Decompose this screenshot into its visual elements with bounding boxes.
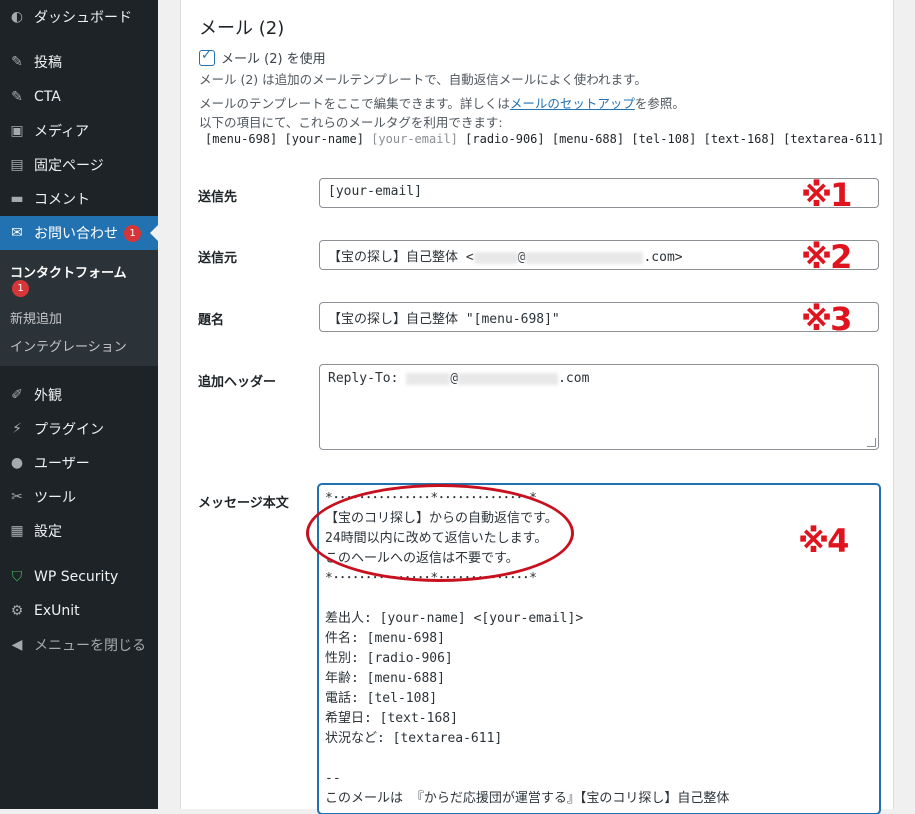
- admin-sidebar: コンタクトフォーム 1 新規追加 インテグレーション ◐ ダッシュボード ✎ 投稿 ✎ C…: [0, 0, 158, 809]
- annotation-1: ※1: [801, 176, 852, 214]
- appearance-icon: ✐: [11, 387, 23, 403]
- use-mail2-label: メール (2) を使用: [221, 52, 326, 67]
- media-icon: ▣: [10, 123, 24, 139]
- submenu-item-contact-form[interactable]: コンタクトフォーム: [10, 262, 127, 281]
- shield-icon: ⛉: [11, 569, 23, 585]
- notification-badge: 1: [12, 280, 29, 297]
- sidebar-item-13[interactable]: ⚙ ExUnit: [0, 594, 158, 628]
- annotation-2: ※2: [801, 238, 852, 276]
- mail-tag: [text-168]: [703, 132, 776, 146]
- mail-tag: [menu-698]: [205, 132, 278, 146]
- sidebar-item-2[interactable]: ✎ CTA: [0, 80, 158, 114]
- submenu-item-add-new[interactable]: 新規追加: [10, 308, 62, 327]
- sidebar-item-8[interactable]: ⚡ プラグイン: [0, 412, 158, 446]
- subject-label: 題名: [198, 313, 225, 328]
- sidebar-item-label: 設定: [34, 524, 62, 540]
- message-body-textarea[interactable]: *･･･････････････*･･････････････* 【宝のコリ探し…: [318, 484, 880, 814]
- redacted-text: [458, 372, 559, 385]
- pushpin-icon: ✎: [11, 54, 23, 70]
- sidebar-item-1[interactable]: ✎ 投稿: [0, 45, 158, 79]
- user-icon: ●: [10, 455, 24, 471]
- from-label: 送信元: [198, 251, 238, 266]
- redacted-text: [406, 372, 451, 385]
- mail-tag: [your-email]: [371, 132, 458, 146]
- mail-tag: [textarea-611]: [783, 132, 885, 146]
- submenu-badge-wrap: 1: [10, 280, 29, 297]
- to-input[interactable]: [your-email]: [319, 178, 879, 208]
- mail-setup-link[interactable]: メールのセットアップ: [510, 96, 635, 111]
- collapse-icon: ◀: [11, 637, 23, 653]
- pushpin-icon: ✎: [11, 89, 23, 105]
- sidebar-item-label: メディア: [34, 124, 90, 140]
- mail2-description: メール (2) は追加のメールテンプレートで、自動返信メールによく使われます。: [199, 72, 647, 87]
- gear-icon: ⚙: [10, 603, 24, 619]
- sidebar-item-7[interactable]: ✐ 外観: [0, 378, 158, 412]
- headers-textarea[interactable]: Reply-To: @ .com: [319, 364, 879, 450]
- sidebar-item-label: 固定ページ: [34, 158, 104, 174]
- headers-label: 追加ヘッダー: [198, 375, 277, 390]
- page-icon: ▤: [10, 157, 24, 173]
- submenu-item-integration[interactable]: インテグレーション: [10, 336, 127, 355]
- dashboard-icon: ◐: [10, 9, 24, 25]
- sidebar-item-label: お問い合わせ: [34, 226, 118, 242]
- contact-submenu: コンタクトフォーム 1 新規追加 インテグレーション: [0, 250, 158, 366]
- from-input[interactable]: 【宝の探し】自己整体 < @ .com>: [319, 240, 879, 270]
- sidebar-item-10[interactable]: ✂ ツール: [0, 480, 158, 514]
- subject-input[interactable]: 【宝の探し】自己整体 "[menu-698]": [319, 302, 879, 332]
- sidebar-item-label: ExUnit: [34, 603, 80, 619]
- sidebar-item-14[interactable]: ◀ メニューを閉じる: [0, 628, 158, 662]
- sidebar-item-label: CTA: [34, 89, 61, 105]
- body-label: メッセージ本文: [198, 496, 289, 511]
- sidebar-item-label: コメント: [34, 192, 90, 208]
- resize-handle[interactable]: [867, 438, 876, 447]
- use-mail2-row[interactable]: メール (2) を使用: [199, 48, 326, 67]
- settings-icon: ▦: [10, 523, 24, 539]
- sidebar-item-5[interactable]: ▬ コメント: [0, 182, 158, 216]
- sidebar-item-label: 外観: [34, 388, 62, 404]
- comment-icon: ▬: [10, 191, 24, 207]
- use-mail2-checkbox[interactable]: [199, 48, 215, 66]
- mail-icon: ✉: [11, 225, 23, 241]
- plugin-icon: ⚡: [12, 421, 22, 437]
- sidebar-item-label: ツール: [34, 490, 76, 506]
- mail2-panel: メール (2) メール (2) を使用 メール (2) は追加のメールテンプレー…: [180, 0, 894, 814]
- mail-tag: [tel-108]: [631, 132, 697, 146]
- sidebar-item-9[interactable]: ● ユーザー: [0, 446, 158, 480]
- sidebar-item-12[interactable]: ⛉ WP Security: [0, 560, 158, 594]
- redacted-text: [525, 251, 644, 264]
- section-title: メール (2): [199, 18, 285, 39]
- sidebar-item-label: ユーザー: [34, 456, 90, 472]
- sidebar-item-3[interactable]: ▣ メディア: [0, 114, 158, 148]
- notification-badge: 1: [124, 224, 141, 242]
- mail-tag: [menu-688]: [551, 132, 625, 146]
- sidebar-item-label: ダッシュボード: [34, 10, 132, 26]
- tags-description: 以下の項目にて、これらのメールタグを利用できます:: [199, 115, 503, 130]
- sidebar-item-6[interactable]: ✉ お問い合わせ 1: [0, 216, 158, 250]
- sidebar-item-label: プラグイン: [34, 422, 104, 438]
- annotation-4: ※4: [798, 522, 849, 560]
- wrench-icon: ✂: [11, 489, 23, 505]
- template-description: メールのテンプレートをここで編集できます。詳しくはメールのセットアップを参照。: [199, 96, 685, 111]
- redacted-text: [473, 251, 518, 264]
- sidebar-item-label: メニューを閉じる: [34, 638, 146, 654]
- sidebar-item-label: 投稿: [34, 55, 62, 71]
- sidebar-item-label: WP Security: [34, 569, 119, 585]
- sidebar-item-0[interactable]: ◐ ダッシュボード: [0, 0, 158, 34]
- sidebar-item-4[interactable]: ▤ 固定ページ: [0, 148, 158, 182]
- mail-tag: [radio-906]: [465, 132, 545, 146]
- mail-tag: [your-name]: [284, 132, 364, 146]
- mail-tags: [menu-698] [your-name] [your-email] [rad…: [205, 132, 884, 146]
- annotation-3: ※3: [801, 300, 852, 338]
- sidebar-item-11[interactable]: ▦ 設定: [0, 514, 158, 548]
- to-label: 送信先: [198, 190, 238, 205]
